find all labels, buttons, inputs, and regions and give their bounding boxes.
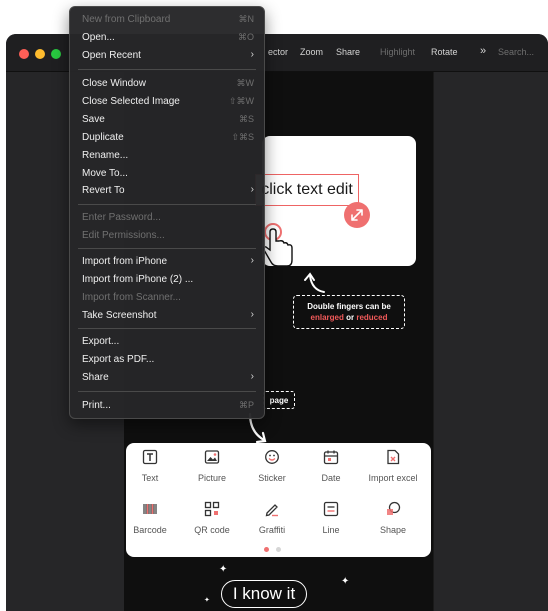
menu-item-rename[interactable]: Rename... xyxy=(70,147,264,165)
zoom-tip-reduced: reduced xyxy=(356,313,388,322)
zoom-window-button[interactable] xyxy=(51,49,61,59)
menu-item-print[interactable]: Print... ⌘P xyxy=(70,397,264,415)
menu-item-share[interactable]: Share › xyxy=(70,369,264,387)
sticker-icon xyxy=(265,450,279,464)
tool-barcode[interactable]: Barcode xyxy=(120,501,180,535)
tool-qr-code[interactable]: QR code xyxy=(182,501,242,535)
menu-separator xyxy=(78,204,256,205)
tool-graffiti[interactable]: Graffiti xyxy=(242,501,302,535)
menu-separator xyxy=(78,391,256,392)
minimize-window-button[interactable] xyxy=(35,49,45,59)
tool-picture[interactable]: Picture xyxy=(182,449,242,483)
i-know-it-button[interactable]: I know it xyxy=(221,580,307,608)
file-menu: New from Clipboard ⌘N Open... ⌘O Open Re… xyxy=(69,6,265,419)
menu-item-new-from-clipboard[interactable]: New from Clipboard ⌘N xyxy=(70,11,264,29)
tool-text[interactable]: Text xyxy=(120,449,180,483)
chevron-right-icon: › xyxy=(250,309,254,320)
pager-dot-active[interactable] xyxy=(264,547,269,552)
menu-item-import-from-iphone[interactable]: Import from iPhone › xyxy=(70,253,264,271)
line-icon xyxy=(323,501,339,517)
menu-item-import-from-iphone-2[interactable]: Import from iPhone (2) ... xyxy=(70,271,264,289)
menu-item-export-as-pdf[interactable]: Export as PDF... xyxy=(70,351,264,369)
menu-separator xyxy=(78,328,256,329)
toolbar-more-icon[interactable]: » xyxy=(480,45,486,57)
sparkle-icon: ✦ xyxy=(341,576,350,587)
tool-import-excel[interactable]: Import excel xyxy=(363,449,423,483)
menu-item-close-window[interactable]: Close Window ⌘W xyxy=(70,75,264,93)
menu-item-close-selected-image[interactable]: Close Selected Image ⇧⌘W xyxy=(70,93,264,111)
menu-item-save[interactable]: Save ⌘S xyxy=(70,111,264,129)
zoom-gesture-tip: Double fingers can be enlarged or reduce… xyxy=(293,295,405,329)
menu-item-import-from-scanner[interactable]: Import from Scanner... xyxy=(70,289,264,307)
menu-item-export[interactable]: Export... xyxy=(70,333,264,351)
qr-code-icon xyxy=(204,501,220,517)
date-icon xyxy=(323,450,339,465)
graffiti-icon xyxy=(265,504,278,517)
menu-item-edit-permissions[interactable]: Edit Permissions... xyxy=(70,227,264,245)
chevron-right-icon: › xyxy=(250,371,254,382)
chevron-right-icon: › xyxy=(250,255,254,266)
menu-item-enter-password[interactable]: Enter Password... xyxy=(70,209,264,227)
pager-dot[interactable] xyxy=(276,547,281,552)
sparkle-icon: ✦ xyxy=(204,597,210,604)
curved-arrow-icon xyxy=(304,272,325,293)
import-excel-icon xyxy=(387,449,400,465)
chevron-right-icon: › xyxy=(250,49,254,60)
inspector-pane xyxy=(433,72,548,611)
toolbar-highlight[interactable]: Highlight xyxy=(380,47,415,57)
menu-separator xyxy=(78,69,256,70)
zoom-tip-or: or xyxy=(343,313,357,322)
chevron-right-icon: › xyxy=(250,184,254,195)
tools-panel: Text Picture Sticker Date Import excel B… xyxy=(126,443,431,557)
text-icon xyxy=(142,449,158,465)
menu-item-duplicate[interactable]: Duplicate ⇧⌘S xyxy=(70,129,264,147)
picture-icon xyxy=(204,450,220,464)
tool-shape[interactable]: Shape xyxy=(363,501,423,535)
menu-separator xyxy=(78,248,256,249)
tool-line[interactable]: Line xyxy=(301,501,361,535)
resize-handle[interactable] xyxy=(344,202,370,228)
shape-icon xyxy=(387,501,401,515)
zoom-tip-enlarged: enlarged xyxy=(310,313,344,322)
barcode-icon xyxy=(143,504,157,514)
screen: ector Zoom Share Highlight Rotate » Sear… xyxy=(0,0,548,611)
menu-item-take-screenshot[interactable]: Take Screenshot › xyxy=(70,307,264,325)
tool-date[interactable]: Date xyxy=(301,449,361,483)
toolbar-zoom[interactable]: Zoom xyxy=(300,47,323,57)
close-window-button[interactable] xyxy=(19,49,29,59)
sparkle-icon: ✦ xyxy=(219,564,228,575)
menu-item-move-to[interactable]: Move To... xyxy=(70,165,264,183)
menu-item-revert-to[interactable]: Revert To › xyxy=(70,182,264,200)
toolbar-share[interactable]: Share xyxy=(336,47,360,57)
tool-sticker[interactable]: Sticker xyxy=(242,449,302,483)
hand-pointer-icon xyxy=(263,223,293,267)
toolbar-rotate[interactable]: Rotate xyxy=(431,47,458,57)
page-tip: page xyxy=(263,391,295,409)
toolbar-inspector[interactable]: ector xyxy=(268,47,288,57)
resize-arrows-icon xyxy=(351,209,363,221)
edit-text: click text edit xyxy=(261,181,353,198)
toolbar-search[interactable]: Search... xyxy=(498,47,534,57)
menu-item-open[interactable]: Open... ⌘O xyxy=(70,29,264,47)
zoom-tip-line1: Double fingers can be xyxy=(307,302,391,311)
menu-item-open-recent[interactable]: Open Recent › xyxy=(70,47,264,65)
